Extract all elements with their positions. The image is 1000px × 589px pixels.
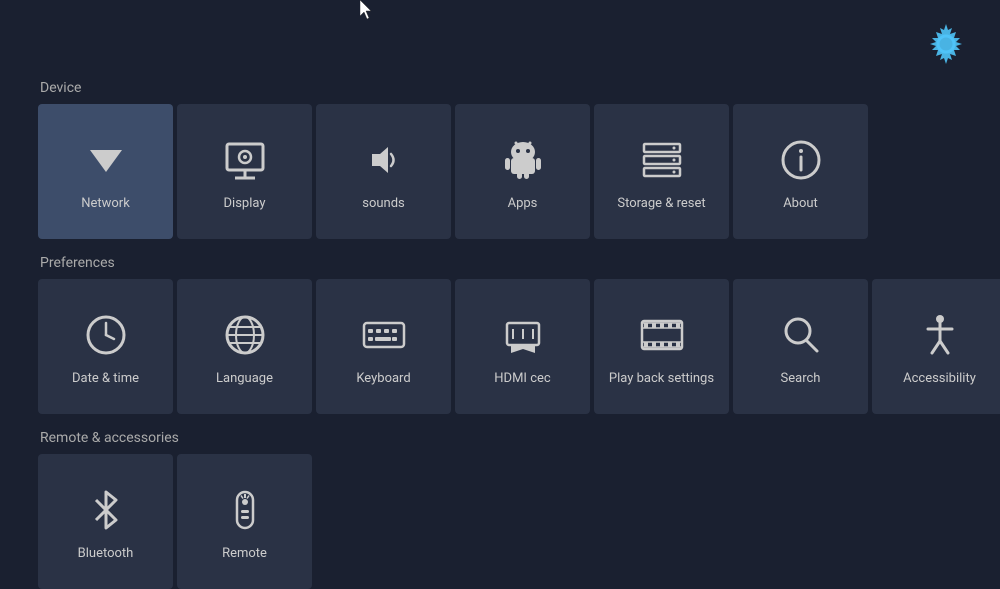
tile-about[interactable]: About <box>733 104 868 239</box>
tile-storage-label: Storage & reset <box>617 196 705 211</box>
tile-display[interactable]: Display <box>177 104 312 239</box>
preferences-section-label: Preferences <box>40 255 1000 271</box>
apps-icon <box>495 132 551 188</box>
preferences-section: Preferences Date & time <box>0 255 1000 414</box>
preferences-tiles-row: Date & time Language <box>36 279 1000 414</box>
info-icon <box>773 132 829 188</box>
wifi-icon <box>78 132 134 188</box>
tile-about-label: About <box>783 196 818 211</box>
tile-sounds-label: sounds <box>362 196 405 211</box>
tile-keyboard[interactable]: Keyboard <box>316 279 451 414</box>
tile-keyboard-label: Keyboard <box>356 371 410 386</box>
tile-bluetooth[interactable]: Bluetooth <box>38 454 173 589</box>
tile-playback-label: Play back settings <box>609 371 714 386</box>
tile-language-label: Language <box>216 371 273 386</box>
tile-remote[interactable]: Remote <box>177 454 312 589</box>
main-content: Device Network <box>0 0 1000 589</box>
remote-accessories-section: Remote & accessories Bluetooth <box>0 430 1000 589</box>
remote-accessories-tiles-row: Bluetooth Remote <box>36 454 1000 589</box>
tile-hdmi-cec-label: HDMI cec <box>494 371 550 386</box>
tile-bluetooth-label: Bluetooth <box>78 546 134 561</box>
search-icon <box>773 307 829 363</box>
device-section-label: Device <box>40 80 1000 96</box>
tile-hdmi-cec[interactable]: HDMI cec <box>455 279 590 414</box>
tile-apps[interactable]: Apps <box>455 104 590 239</box>
tile-display-label: Display <box>224 196 266 211</box>
hdmi-icon <box>495 307 551 363</box>
tile-apps-label: Apps <box>508 196 538 211</box>
bluetooth-icon <box>78 482 134 538</box>
volume-icon <box>356 132 412 188</box>
tile-sounds[interactable]: sounds <box>316 104 451 239</box>
tile-language[interactable]: Language <box>177 279 312 414</box>
settings-icon[interactable] <box>922 20 970 68</box>
globe-icon <box>217 307 273 363</box>
tile-network[interactable]: Network <box>38 104 173 239</box>
accessibility-icon <box>912 307 968 363</box>
tile-storage[interactable]: Storage & reset <box>594 104 729 239</box>
film-icon <box>634 307 690 363</box>
tile-search[interactable]: Search <box>733 279 868 414</box>
tile-playback-settings[interactable]: Play back settings <box>594 279 729 414</box>
clock-icon <box>78 307 134 363</box>
device-section: Device Network <box>0 80 1000 239</box>
tile-search-label: Search <box>781 371 821 386</box>
device-tiles-row: Network Display <box>36 104 1000 239</box>
remote-icon <box>217 482 273 538</box>
tile-accessibility-label: Accessibility <box>903 371 976 386</box>
remote-accessories-label: Remote & accessories <box>40 430 1000 446</box>
tile-date-time-label: Date & time <box>72 371 139 386</box>
storage-icon <box>634 132 690 188</box>
tile-date-time[interactable]: Date & time <box>38 279 173 414</box>
tile-remote-label: Remote <box>222 546 267 561</box>
keyboard-icon <box>356 307 412 363</box>
tile-network-label: Network <box>81 196 130 211</box>
tile-accessibility[interactable]: Accessibility <box>872 279 1000 414</box>
display-icon <box>217 132 273 188</box>
